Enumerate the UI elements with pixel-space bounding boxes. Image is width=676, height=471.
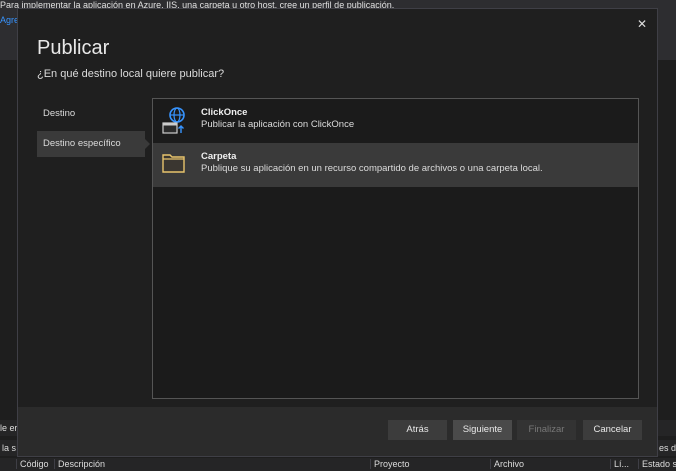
close-icon[interactable]: ✕ [637,17,647,31]
dialog-title: Publicar [37,37,110,59]
finish-button[interactable]: Finalizar [517,420,576,440]
background-text: la s [2,443,17,453]
target-list: ClickOnce Publicar la aplicación con Cli… [152,98,639,399]
wizard-nav: Destino Destino específico [37,101,150,161]
background-text: le er [0,423,17,433]
nav-item-destino[interactable]: Destino [37,101,145,127]
column-code[interactable]: Código [16,459,49,469]
column-line[interactable]: Lí... [610,459,629,469]
back-button[interactable]: Atrás [388,420,447,440]
publish-dialog: ✕ Publicar ¿En qué destino local quiere … [17,8,658,457]
column-description[interactable]: Descripción [54,459,105,469]
option-name: ClickOnce [201,107,248,118]
next-button[interactable]: Siguiente [453,420,512,440]
cancel-button[interactable]: Cancelar [583,420,642,440]
option-name: Carpeta [201,151,237,162]
background-text: es de [659,443,676,453]
folder-icon [162,154,185,173]
dialog-subtitle: ¿En qué destino local quiere publicar? [37,68,225,80]
column-project[interactable]: Proyecto [370,459,410,469]
globe-window-icon [162,107,185,134]
option-clickonce[interactable]: ClickOnce Publicar la aplicación con Cli… [153,99,638,143]
column-file[interactable]: Archivo [490,459,524,469]
error-list-header: Código Descripción Proyecto Archivo Lí..… [0,458,676,471]
nav-item-destino-especifico[interactable]: Destino específico [37,131,150,157]
option-carpeta[interactable]: Carpeta Publique su aplicación en un rec… [153,143,638,187]
dialog-footer: Atrás Siguiente Finalizar Cancelar [18,407,657,456]
option-description: Publique su aplicación en un recurso com… [201,163,543,174]
column-state[interactable]: Estado s [638,459,676,469]
option-description: Publicar la aplicación con ClickOnce [201,119,355,130]
